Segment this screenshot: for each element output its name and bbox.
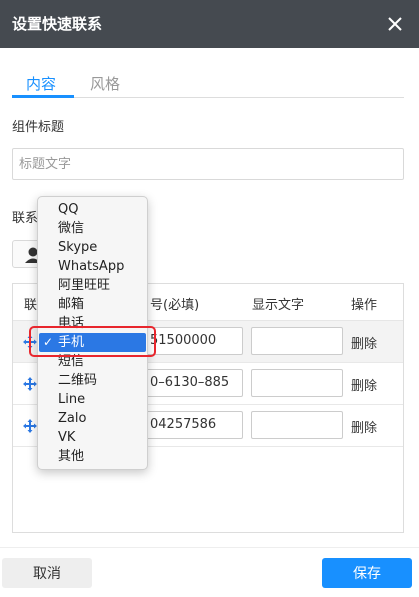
- option-mobile[interactable]: ✓ 手机: [39, 333, 146, 352]
- option-line[interactable]: Line: [38, 390, 147, 409]
- option-mobile-label: 手机: [58, 335, 85, 350]
- check-icon: ✓: [43, 335, 54, 349]
- option-sms[interactable]: 短信: [38, 352, 147, 371]
- header-number: 号(必填): [150, 298, 200, 313]
- tab-bar: 内容 风格: [12, 70, 404, 98]
- component-title-label: 组件标题: [12, 120, 65, 135]
- header-display-text: 显示文字: [252, 298, 305, 313]
- move-icon[interactable]: [22, 418, 38, 434]
- move-icon[interactable]: [22, 376, 38, 392]
- close-button[interactable]: [381, 10, 409, 38]
- option-whatsapp[interactable]: WhatsApp: [38, 257, 147, 276]
- contact-section-label: 联系: [12, 211, 39, 226]
- number-input[interactable]: 04257586: [145, 411, 243, 439]
- header-action: 操作: [351, 298, 378, 313]
- option-qq[interactable]: QQ: [38, 200, 147, 219]
- active-tab-indicator: [12, 95, 74, 98]
- number-input[interactable]: 0–6130–885: [145, 369, 243, 397]
- dialog-title: 设置快速联系: [12, 15, 103, 33]
- cancel-button[interactable]: 取消: [2, 558, 92, 588]
- close-icon: [388, 17, 402, 31]
- delete-button[interactable]: 删除: [351, 417, 377, 436]
- option-skype[interactable]: Skype: [38, 238, 147, 257]
- option-qrcode[interactable]: 二维码: [38, 371, 147, 390]
- header-type: 联: [24, 298, 38, 313]
- contact-type-dropdown: QQ 微信 Skype WhatsApp 阿里旺旺 邮箱 电话 ✓ 手机 短信 …: [37, 196, 148, 470]
- save-button[interactable]: 保存: [322, 558, 412, 588]
- move-icon[interactable]: [22, 334, 38, 350]
- tab-style[interactable]: 风格: [90, 73, 120, 94]
- tab-content[interactable]: 内容: [26, 73, 56, 94]
- option-vk[interactable]: VK: [38, 428, 147, 447]
- component-title-input[interactable]: [12, 148, 404, 180]
- option-email[interactable]: 邮箱: [38, 295, 147, 314]
- delete-button[interactable]: 删除: [351, 375, 377, 394]
- option-aliwangwang[interactable]: 阿里旺旺: [38, 276, 147, 295]
- number-input[interactable]: 51500000: [145, 327, 243, 355]
- display-text-input[interactable]: [251, 327, 343, 355]
- dialog-titlebar: 设置快速联系: [0, 0, 419, 48]
- display-text-input[interactable]: [251, 369, 343, 397]
- option-other[interactable]: 其他: [38, 447, 147, 466]
- option-phone[interactable]: 电话: [38, 314, 147, 333]
- option-wechat[interactable]: 微信: [38, 219, 147, 238]
- delete-button[interactable]: 删除: [351, 333, 377, 352]
- footer-divider: [0, 547, 419, 548]
- display-text-input[interactable]: [251, 411, 343, 439]
- option-zalo[interactable]: Zalo: [38, 409, 147, 428]
